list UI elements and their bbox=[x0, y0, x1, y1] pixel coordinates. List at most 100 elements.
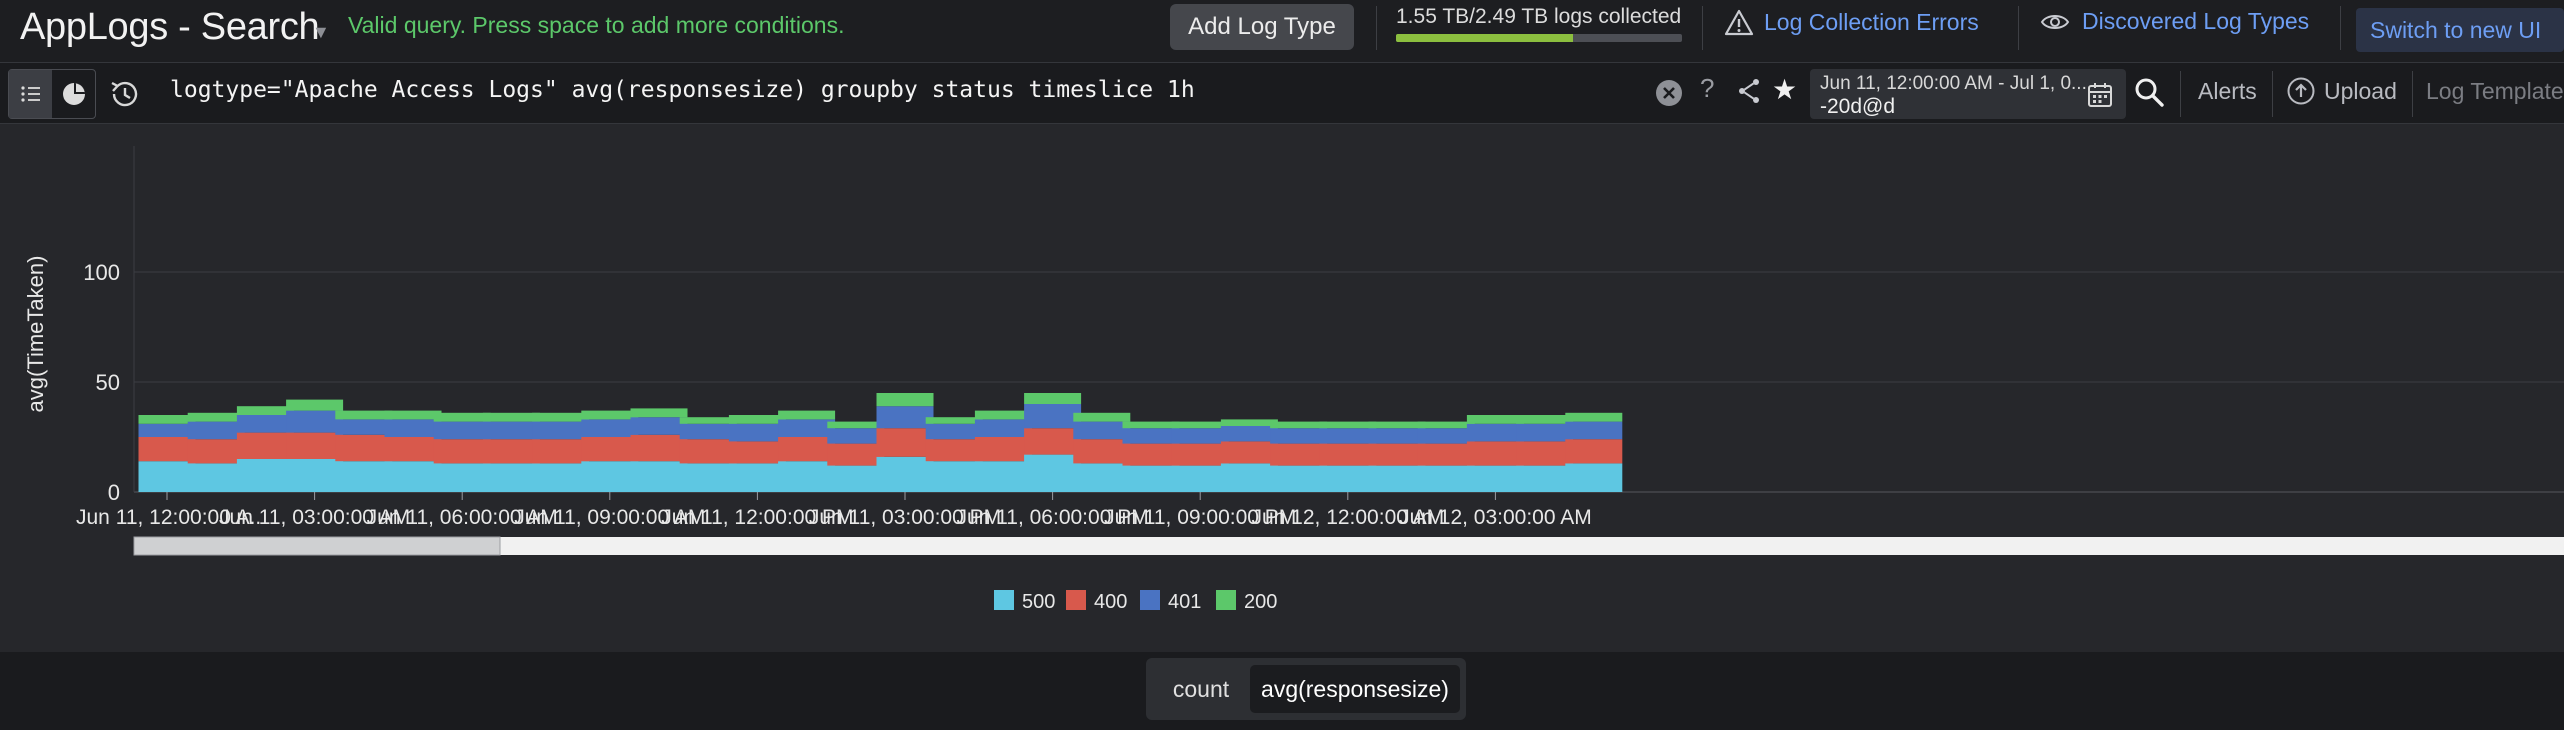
bar-segment[interactable] bbox=[286, 432, 344, 459]
bar-segment[interactable] bbox=[728, 423, 786, 442]
chart-view-button[interactable] bbox=[52, 70, 95, 118]
bar-segment[interactable] bbox=[1220, 419, 1278, 426]
bar-segment[interactable] bbox=[1417, 428, 1475, 444]
bar-segment[interactable] bbox=[1368, 465, 1426, 492]
bar-segment[interactable] bbox=[335, 410, 393, 420]
log-collection-errors-link[interactable]: Log Collection Errors bbox=[1724, 8, 1979, 36]
bar-segment[interactable] bbox=[974, 437, 1032, 462]
bar-segment[interactable] bbox=[1516, 465, 1574, 492]
bar-segment[interactable] bbox=[482, 463, 540, 492]
search-icon[interactable] bbox=[2132, 75, 2166, 109]
bar-segment[interactable] bbox=[1073, 421, 1131, 440]
bar-segment[interactable] bbox=[630, 417, 688, 435]
bar-segment[interactable] bbox=[433, 463, 491, 492]
bar-segment[interactable] bbox=[1417, 421, 1475, 429]
bar-segment[interactable] bbox=[925, 417, 983, 424]
bar-segment[interactable] bbox=[679, 423, 737, 440]
bar-segment[interactable] bbox=[1122, 428, 1180, 444]
bar-segment[interactable] bbox=[138, 423, 196, 437]
bar-segment[interactable] bbox=[1417, 465, 1475, 492]
bar-segment[interactable] bbox=[1319, 443, 1377, 466]
bar-segment[interactable] bbox=[1417, 443, 1475, 466]
bar-segment[interactable] bbox=[1466, 441, 1524, 466]
legend-label[interactable]: 500 bbox=[1022, 591, 1055, 613]
bar-segment[interactable] bbox=[876, 456, 934, 492]
bar-segment[interactable] bbox=[679, 439, 737, 464]
bar-segment[interactable] bbox=[1270, 421, 1328, 429]
bar-segment[interactable] bbox=[827, 443, 885, 466]
bar-segment[interactable] bbox=[827, 421, 885, 429]
bar-segment[interactable] bbox=[581, 461, 639, 492]
bar-segment[interactable] bbox=[925, 439, 983, 462]
bar-segment[interactable] bbox=[236, 459, 294, 492]
bar-segment[interactable] bbox=[236, 415, 294, 433]
bar-segment[interactable] bbox=[1122, 443, 1180, 466]
bar-segment[interactable] bbox=[1024, 454, 1082, 492]
bar-segment[interactable] bbox=[1565, 463, 1623, 492]
bar-segment[interactable] bbox=[1073, 439, 1131, 464]
bar-segment[interactable] bbox=[1368, 428, 1426, 444]
bar-segment[interactable] bbox=[384, 410, 442, 420]
bar-segment[interactable] bbox=[433, 421, 491, 440]
bar-segment[interactable] bbox=[778, 410, 836, 420]
bar-segment[interactable] bbox=[1171, 428, 1229, 444]
bar-segment[interactable] bbox=[335, 434, 393, 462]
bar-segment[interactable] bbox=[384, 461, 442, 492]
bar-segment[interactable] bbox=[532, 421, 590, 440]
bar-segment[interactable] bbox=[1319, 465, 1377, 492]
log-templates-link[interactable]: Log Template bbox=[2426, 78, 2564, 105]
bar-segment[interactable] bbox=[827, 465, 885, 492]
chart-navigator[interactable] bbox=[133, 536, 2564, 556]
bar-segment[interactable] bbox=[532, 463, 590, 492]
legend-label[interactable]: 400 bbox=[1094, 591, 1127, 613]
bar-segment[interactable] bbox=[236, 406, 294, 415]
bar-segment[interactable] bbox=[1171, 443, 1229, 466]
bar-segment[interactable] bbox=[1270, 443, 1328, 466]
bar-segment[interactable] bbox=[925, 423, 983, 440]
bar-segment[interactable] bbox=[384, 419, 442, 437]
bar-segment[interactable] bbox=[1220, 426, 1278, 442]
bar-segment[interactable] bbox=[532, 439, 590, 464]
bar-segment[interactable] bbox=[532, 412, 590, 422]
bar-segment[interactable] bbox=[728, 415, 786, 424]
bar-segment[interactable] bbox=[1516, 423, 1574, 442]
list-view-button[interactable] bbox=[9, 70, 52, 118]
bar-segment[interactable] bbox=[138, 461, 196, 492]
bar-segment[interactable] bbox=[335, 419, 393, 435]
bar-segment[interactable] bbox=[138, 437, 196, 462]
bar-segment[interactable] bbox=[876, 428, 934, 457]
bar-segment[interactable] bbox=[1466, 415, 1524, 424]
bar-segment[interactable] bbox=[581, 410, 639, 420]
app-title[interactable]: AppLogs - Search bbox=[20, 6, 320, 49]
bar-segment[interactable] bbox=[187, 439, 245, 464]
bar-segment[interactable] bbox=[187, 412, 245, 422]
bar-segment[interactable] bbox=[728, 441, 786, 464]
metric-count-tab[interactable]: count bbox=[1152, 676, 1250, 703]
bar-segment[interactable] bbox=[630, 461, 688, 492]
bar-segment[interactable] bbox=[236, 432, 294, 459]
star-icon[interactable]: ★ bbox=[1772, 73, 1797, 106]
bar-segment[interactable] bbox=[1024, 428, 1082, 455]
legend-swatch[interactable] bbox=[1066, 590, 1086, 610]
navigator-selection[interactable] bbox=[133, 536, 501, 556]
bar-segment[interactable] bbox=[1565, 412, 1623, 422]
bar-segment[interactable] bbox=[286, 459, 344, 492]
metric-avg-tab[interactable]: avg(responsesize) bbox=[1250, 665, 1460, 713]
bar-segment[interactable] bbox=[138, 415, 196, 424]
bar-segment[interactable] bbox=[876, 393, 934, 407]
bar-segment[interactable] bbox=[581, 437, 639, 462]
bar-segment[interactable] bbox=[974, 461, 1032, 492]
bar-segment[interactable] bbox=[187, 463, 245, 492]
bar-segment[interactable] bbox=[482, 412, 540, 422]
bar-segment[interactable] bbox=[974, 419, 1032, 437]
bar-segment[interactable] bbox=[1270, 465, 1328, 492]
bar-segment[interactable] bbox=[778, 437, 836, 462]
bar-segment[interactable] bbox=[433, 412, 491, 422]
bar-segment[interactable] bbox=[433, 439, 491, 464]
bar-segment[interactable] bbox=[974, 410, 1032, 420]
bar-segment[interactable] bbox=[1565, 421, 1623, 440]
legend-label[interactable]: 401 bbox=[1168, 591, 1201, 613]
bar-segment[interactable] bbox=[630, 434, 688, 462]
bar-segment[interactable] bbox=[1073, 412, 1131, 422]
bar-segment[interactable] bbox=[1024, 393, 1082, 404]
